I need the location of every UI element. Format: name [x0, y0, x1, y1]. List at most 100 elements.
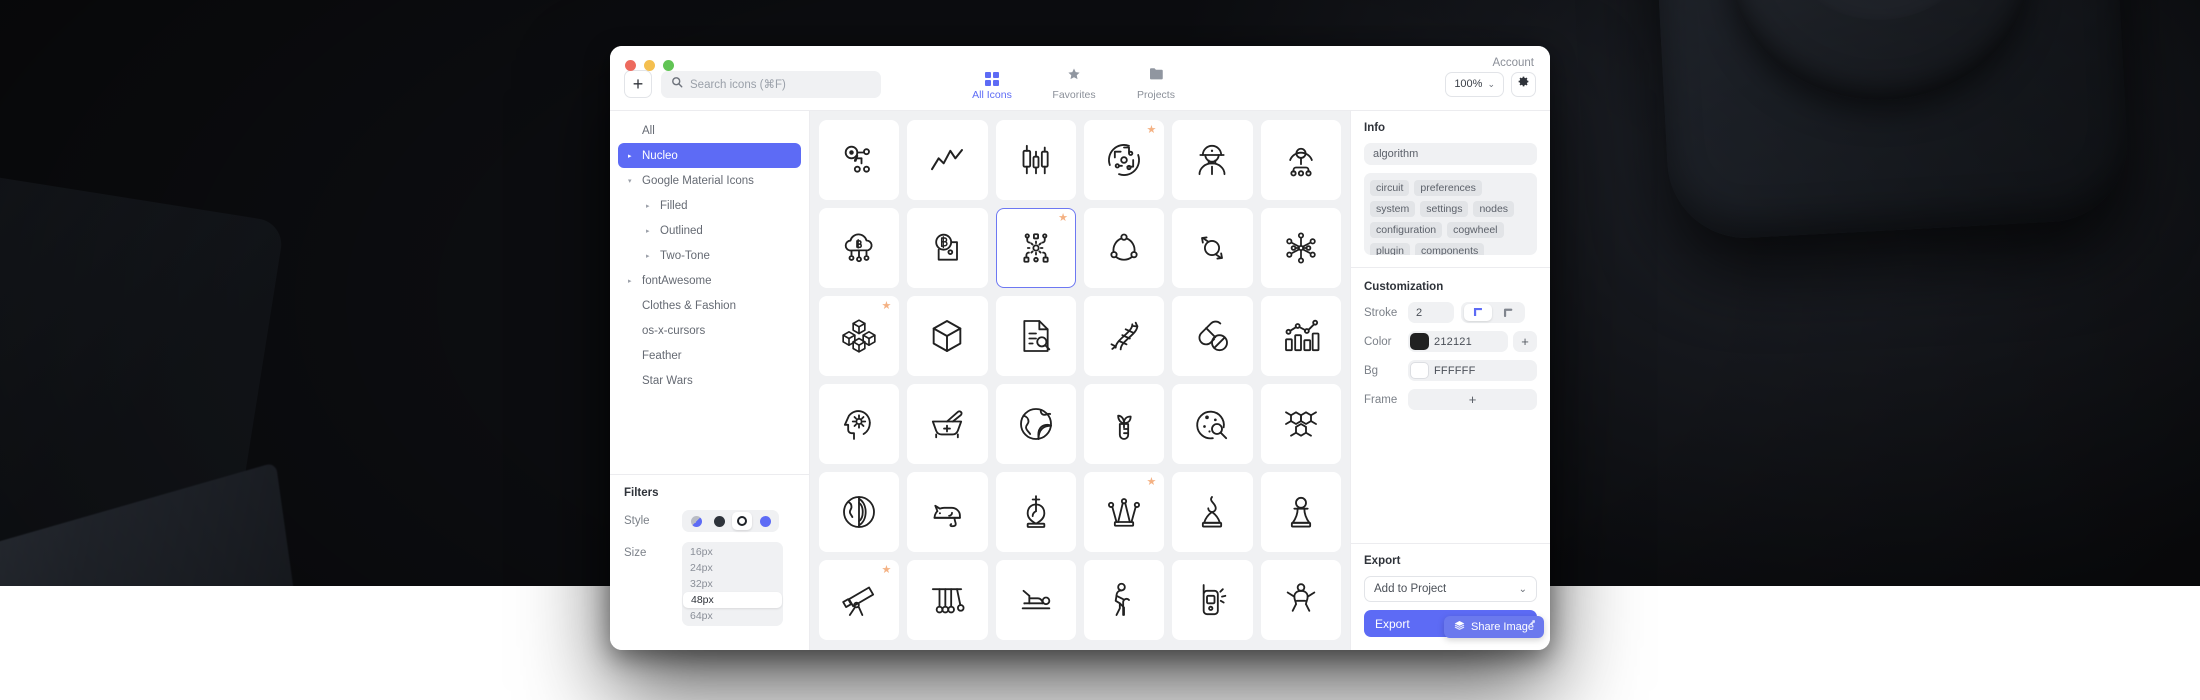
icon-cell-circuit-board[interactable]: ★ — [1084, 120, 1164, 200]
color-value-field[interactable]: 212121 — [1408, 331, 1508, 352]
bg-label: Bg — [1364, 365, 1408, 377]
icon-cell-chess-queen[interactable]: ★ — [1084, 472, 1164, 552]
icon-cell-algorithm-nodes[interactable] — [819, 120, 899, 200]
sidebar-item-fontawesome[interactable]: ▸fontAwesome — [618, 268, 801, 293]
icon-cell-elderly-walking-cane[interactable] — [1084, 560, 1164, 640]
icon-cell-dna-helix[interactable] — [1084, 296, 1164, 376]
tag-item[interactable]: settings — [1420, 201, 1468, 217]
sidebar: All ▸Nucleo ▾Google Material Icons ▸Fill… — [610, 111, 810, 650]
sidebar-item-two-tone[interactable]: ▸Two-Tone — [618, 243, 801, 268]
style-option-color[interactable] — [755, 512, 775, 530]
icon-cell-pills-no-drug[interactable] — [1172, 296, 1252, 376]
window-controls[interactable] — [625, 60, 674, 71]
icon-name-field[interactable]: algorithm — [1364, 143, 1537, 165]
favorite-star-icon[interactable]: ★ — [1058, 213, 1068, 224]
tag-item[interactable]: plugin — [1370, 243, 1410, 255]
icon-cell-bitcoin-wallet[interactable] — [907, 208, 987, 288]
tag-item[interactable]: components — [1415, 243, 1484, 255]
icon-cell-cube-3d[interactable] — [907, 296, 987, 376]
icon-cell-engineer-worker[interactable] — [1172, 120, 1252, 200]
bg-value-field[interactable]: FFFFFF — [1408, 360, 1537, 381]
icon-cell-cat-sleeping[interactable] — [907, 472, 987, 552]
account-label[interactable]: Account — [1492, 57, 1534, 69]
icon-cell-mortar-pestle[interactable] — [907, 384, 987, 464]
icon-cell-plant-test-tube[interactable] — [1084, 384, 1164, 464]
icon-cell-chess-bishop[interactable] — [1172, 472, 1252, 552]
tag-item[interactable]: system — [1370, 201, 1415, 217]
icon-cell-candlestick-chart[interactable] — [996, 120, 1076, 200]
tag-item[interactable]: circuit — [1370, 180, 1409, 196]
add-button[interactable]: + — [624, 70, 652, 98]
share-image-button[interactable]: Share Image ⬈ — [1444, 616, 1544, 638]
icon-cell-blockchain-circle[interactable] — [1084, 208, 1164, 288]
icon-cell-globe-hemisphere[interactable] — [819, 472, 899, 552]
sidebar-item-clothes-fashion[interactable]: Clothes & Fashion — [618, 293, 801, 318]
size-option-24[interactable]: 24px — [682, 560, 783, 576]
bg-swatch[interactable] — [1410, 362, 1429, 379]
tag-item[interactable]: cogwheel — [1447, 222, 1503, 238]
icon-cell-user-network[interactable] — [1261, 120, 1341, 200]
sidebar-item-outlined[interactable]: ▸Outlined — [618, 218, 801, 243]
tag-item[interactable]: nodes — [1473, 201, 1514, 217]
icon-cell-algorithm-settings[interactable]: ★ — [996, 208, 1076, 288]
cap-style-group[interactable] — [1461, 302, 1525, 323]
favorite-star-icon[interactable]: ★ — [1146, 477, 1156, 488]
sidebar-item-feather[interactable]: Feather — [618, 343, 801, 368]
icon-cell-chess-king[interactable] — [996, 472, 1076, 552]
icon-cell-blocks-cubes[interactable]: ★ — [819, 296, 899, 376]
icon-cell-bitcoin-cloud[interactable] — [819, 208, 899, 288]
tab-favorites[interactable]: Favorites — [1046, 67, 1102, 101]
size-option-list[interactable]: 16px 24px 32px 48px 64px — [682, 542, 783, 626]
icon-cell-baby-crawling[interactable] — [1261, 560, 1341, 640]
search-input[interactable]: Search icons (⌘F) — [661, 71, 881, 98]
icon-cell-line-chart-zigzag[interactable] — [907, 120, 987, 200]
icon-grid-container[interactable]: ★ — [810, 111, 1350, 650]
cap-option-square[interactable] — [1464, 304, 1492, 321]
minimize-button[interactable] — [644, 60, 655, 71]
icon-cell-petri-dish-magnify[interactable] — [1172, 384, 1252, 464]
stroke-value-input[interactable]: 2 — [1408, 302, 1454, 323]
icon-cell-molecule-network[interactable] — [1261, 208, 1341, 288]
settings-button[interactable] — [1511, 72, 1536, 97]
icon-cell-document-search[interactable] — [996, 296, 1076, 376]
tag-item[interactable]: preferences — [1414, 180, 1481, 196]
style-option-solid[interactable] — [709, 512, 729, 530]
icon-cell-swap-arrows-circle[interactable] — [1172, 208, 1252, 288]
sidebar-item-all[interactable]: All — [618, 118, 801, 143]
icon-cell-chess-pawn[interactable] — [1261, 472, 1341, 552]
icon-cell-telescope[interactable]: ★ — [819, 560, 899, 640]
size-option-32[interactable]: 32px — [682, 576, 783, 592]
add-frame-button[interactable]: + — [1408, 389, 1537, 410]
sidebar-item-nucleo[interactable]: ▸Nucleo — [618, 143, 801, 168]
sidebar-item-filled[interactable]: ▸Filled — [618, 193, 801, 218]
sidebar-item-os-x-cursors[interactable]: os-x-cursors — [618, 318, 801, 343]
cap-option-round[interactable] — [1494, 304, 1522, 321]
tab-all-icons[interactable]: All Icons — [964, 72, 1020, 101]
size-option-48[interactable]: 48px — [683, 592, 782, 608]
icon-cell-baby-monitor[interactable] — [1172, 560, 1252, 640]
icon-cell-newtons-cradle[interactable] — [907, 560, 987, 640]
icon-cell-analytics-bars[interactable] — [1261, 296, 1341, 376]
style-toggle-group[interactable] — [682, 510, 779, 532]
size-option-64[interactable]: 64px — [682, 608, 783, 624]
zoom-level-select[interactable]: 100% ⌄ — [1445, 72, 1504, 97]
add-color-button[interactable]: + — [1513, 331, 1537, 352]
icon-cell-treadmill[interactable] — [996, 560, 1076, 640]
favorite-star-icon[interactable]: ★ — [881, 301, 891, 312]
favorite-star-icon[interactable]: ★ — [881, 565, 891, 576]
zoom-button[interactable] — [663, 60, 674, 71]
style-option-outline[interactable] — [732, 512, 752, 530]
sidebar-item-star-wars[interactable]: Star Wars — [618, 368, 801, 393]
sidebar-item-google-material-icons[interactable]: ▾Google Material Icons — [618, 168, 801, 193]
close-button[interactable] — [625, 60, 636, 71]
tab-projects[interactable]: Projects — [1128, 67, 1184, 101]
icon-cell-head-gear-thinking[interactable] — [819, 384, 899, 464]
tag-item[interactable]: configuration — [1370, 222, 1442, 238]
size-option-16[interactable]: 16px — [682, 544, 783, 560]
style-option-duotone[interactable] — [686, 512, 706, 530]
icon-cell-eco-globe-leaf[interactable] — [996, 384, 1076, 464]
add-to-project-select[interactable]: Add to Project ⌄ — [1364, 576, 1537, 602]
color-swatch[interactable] — [1410, 333, 1429, 350]
icon-cell-molecule-hex-chain[interactable] — [1261, 384, 1341, 464]
favorite-star-icon[interactable]: ★ — [1146, 125, 1156, 136]
